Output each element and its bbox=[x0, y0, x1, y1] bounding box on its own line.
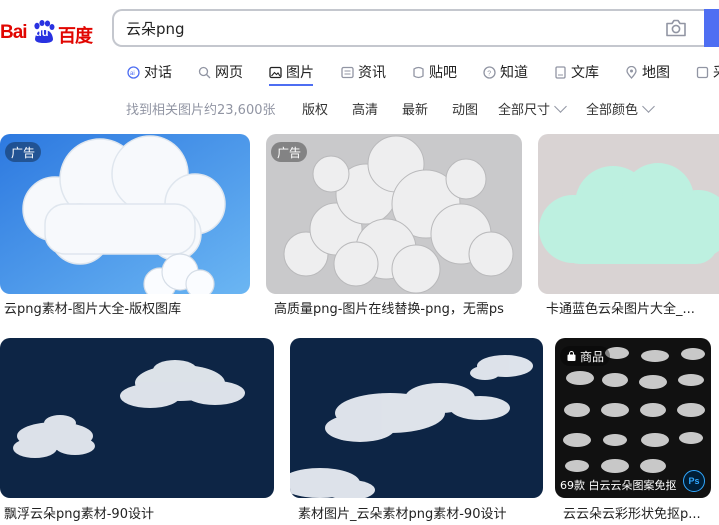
filter-color-label: 全部颜色 bbox=[586, 103, 639, 118]
tab-zhidao[interactable]: ? 知道 bbox=[483, 58, 528, 86]
result-caption[interactable]: 云png素材-图片大全-版权图库 bbox=[4, 298, 250, 317]
image-result-card[interactable]: 飘浮云朵png素材-90设计 bbox=[0, 338, 274, 525]
image-result-card[interactable]: 商品 69款 白云云朵图案免抠 Ps 云云朵云彩形状免抠p... bbox=[555, 338, 719, 525]
filter-bar: 找到相关图片约23,600张 版权 高清 最新 动图 全部尺寸 全部颜色 bbox=[0, 96, 719, 120]
image-result-card[interactable]: 广告 高质量png-图片在线替换-png，无需ps bbox=[266, 134, 522, 319]
ad-badge: 广告 bbox=[271, 142, 308, 162]
result-thumbnail[interactable]: 广告 bbox=[266, 134, 522, 294]
result-thumbnail[interactable] bbox=[538, 134, 719, 294]
tab-web[interactable]: 网页 bbox=[198, 58, 243, 86]
search-box bbox=[112, 9, 719, 47]
tab-chat[interactable]: ai 对话 bbox=[127, 58, 172, 86]
cloud-image bbox=[538, 134, 719, 294]
tab-label: 图片 bbox=[286, 65, 314, 81]
question-icon: ? bbox=[483, 65, 496, 79]
shopping-bag-icon bbox=[567, 350, 576, 361]
result-caption[interactable]: 卡通蓝色云朵图片大全_... bbox=[546, 298, 719, 317]
cloud-image bbox=[290, 338, 543, 498]
news-icon bbox=[341, 66, 354, 78]
tab-label: 地图 bbox=[642, 65, 670, 81]
filter-animated[interactable]: 动图 bbox=[452, 99, 478, 118]
svg-text:ai: ai bbox=[130, 71, 135, 77]
result-caption[interactable]: 飘浮云朵png素材-90设计 bbox=[4, 503, 274, 522]
image-result-card[interactable]: 素材图片_云朵素材png素材-90设计 bbox=[290, 338, 543, 525]
document-icon bbox=[555, 65, 566, 79]
product-badge-label: 商品 bbox=[580, 349, 605, 364]
tab-label: 资讯 bbox=[358, 65, 386, 81]
result-thumbnail[interactable] bbox=[0, 338, 274, 498]
tab-news[interactable]: 资讯 bbox=[341, 58, 386, 86]
filter-latest[interactable]: 最新 bbox=[402, 99, 428, 118]
logo-bai-text: Bai bbox=[0, 22, 28, 43]
result-thumbnail[interactable] bbox=[290, 338, 543, 498]
ai-chat-icon: ai bbox=[127, 65, 140, 79]
result-caption[interactable]: 高质量png-图片在线替换-png，无需ps bbox=[274, 298, 522, 317]
camera-icon[interactable] bbox=[665, 19, 687, 37]
filter-size-label: 全部尺寸 bbox=[498, 103, 551, 118]
tieba-icon bbox=[413, 66, 424, 78]
active-tab-indicator bbox=[269, 84, 313, 86]
baidu-logo[interactable]: Bai du 百度 bbox=[0, 8, 100, 48]
image-result-card[interactable]: 广告 云png素材-图片大全-版权图库 bbox=[0, 134, 250, 319]
result-thumbnail[interactable]: 商品 69款 白云云朵图案免抠 Ps bbox=[555, 338, 711, 498]
tab-label: 文库 bbox=[571, 65, 599, 81]
image-result-card[interactable]: 卡通蓝色云朵图片大全_... bbox=[538, 134, 719, 319]
cloud-image bbox=[0, 338, 274, 498]
logo-du-text: du bbox=[35, 27, 49, 39]
filter-size-dropdown[interactable]: 全部尺寸 bbox=[498, 99, 567, 118]
chevron-down-icon bbox=[642, 100, 655, 113]
product-badge: 商品 bbox=[560, 346, 611, 366]
search-icon bbox=[198, 66, 211, 78]
result-caption[interactable]: 云云朵云彩形状免抠p... bbox=[563, 503, 711, 522]
tab-label: 网页 bbox=[215, 65, 243, 81]
tab-label: 知道 bbox=[500, 65, 528, 81]
tab-images[interactable]: 图片 bbox=[269, 58, 314, 86]
tab-label: 采 bbox=[713, 62, 719, 82]
logo-chinese-text: 百度 bbox=[58, 26, 93, 47]
tab-map[interactable]: 地图 bbox=[625, 58, 670, 86]
tab-label: 贴吧 bbox=[429, 65, 457, 81]
filter-color-dropdown[interactable]: 全部颜色 bbox=[586, 99, 655, 118]
svg-text:?: ? bbox=[487, 70, 491, 77]
ad-badge: 广告 bbox=[5, 142, 42, 162]
map-pin-icon bbox=[626, 65, 637, 79]
tab-label: 对话 bbox=[144, 65, 172, 81]
purchase-icon bbox=[696, 66, 709, 78]
filter-hd[interactable]: 高清 bbox=[352, 99, 378, 118]
result-count: 找到相关图片约23,600张 bbox=[126, 103, 276, 118]
tab-wenku[interactable]: 文库 bbox=[554, 58, 599, 86]
chevron-down-icon bbox=[554, 100, 567, 113]
image-icon bbox=[269, 66, 282, 78]
product-note: 69款 白云云朵图案免抠 bbox=[560, 479, 677, 492]
search-input[interactable] bbox=[126, 11, 646, 45]
tab-tieba[interactable]: 贴吧 bbox=[412, 58, 457, 86]
result-caption[interactable]: 素材图片_云朵素材png素材-90设计 bbox=[298, 503, 543, 522]
photoshop-icon: Ps bbox=[683, 470, 705, 492]
result-thumbnail[interactable]: 广告 bbox=[0, 134, 250, 294]
search-button[interactable] bbox=[704, 9, 719, 47]
tab-purchase[interactable]: 采 bbox=[696, 58, 719, 86]
filter-copyright[interactable]: 版权 bbox=[302, 99, 328, 118]
